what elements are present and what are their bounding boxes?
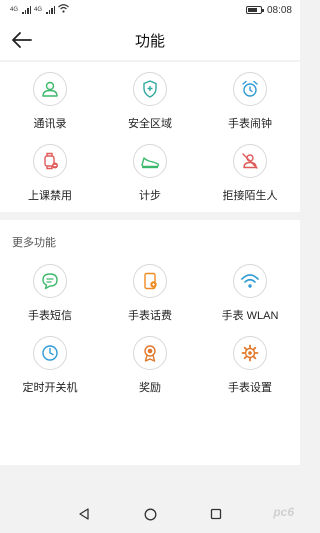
feature-phone-bill[interactable]: 手表话费 [100, 264, 200, 336]
feature-watch-settings[interactable]: 手表设置 [200, 336, 300, 408]
wifi-status-icon [58, 4, 69, 16]
nav-home-button[interactable] [141, 505, 159, 523]
timer-power-icon [33, 336, 67, 370]
status-left: 4G 4G [10, 4, 69, 16]
settings-gear-icon [233, 336, 267, 370]
feature-label: 拒接陌生人 [222, 190, 278, 202]
feature-label: 手表 WLAN [221, 310, 279, 322]
more-features-section: 更多功能 手表短信 手表话费 手表 WLAN 定时开关机 奖励 手表设置 [0, 220, 300, 465]
watermark-logo: pc6 [273, 505, 294, 519]
feature-label: 手表短信 [28, 310, 72, 322]
feature-safe-zone[interactable]: 安全区域 [100, 72, 200, 144]
status-bar: 4G 4G 08:08 [0, 0, 300, 20]
feature-contacts[interactable]: 通讯录 [0, 72, 100, 144]
more-features-grid: 手表短信 手表话费 手表 WLAN 定时开关机 奖励 手表设置 [0, 264, 300, 408]
system-nav-bar [0, 495, 300, 533]
feature-label: 手表设置 [228, 382, 272, 394]
triangle-back-icon [79, 508, 89, 520]
contacts-icon [33, 72, 67, 106]
phone-bill-icon [133, 264, 167, 298]
feature-reject-stranger[interactable]: 拒接陌生人 [200, 144, 300, 216]
reward-medal-icon [133, 336, 167, 370]
feature-label: 上课禁用 [28, 190, 72, 202]
signal-strength-icon [22, 6, 32, 14]
circle-home-icon [144, 508, 156, 520]
section-title: 更多功能 [12, 237, 56, 249]
feature-class-disable[interactable]: 上课禁用 [0, 144, 100, 216]
reject-stranger-icon [233, 144, 267, 178]
square-recents-icon [210, 508, 222, 520]
safe-zone-icon [133, 72, 167, 106]
nav-back-button[interactable] [75, 505, 93, 523]
alarm-clock-icon [233, 72, 267, 106]
signal-strength-icon [46, 6, 56, 14]
feature-label: 计步 [139, 190, 161, 202]
status-right: 08:08 [245, 4, 292, 16]
sms-icon [33, 264, 67, 298]
feature-sms[interactable]: 手表短信 [0, 264, 100, 336]
app-header: 功能 [0, 20, 300, 60]
feature-label: 手表话费 [128, 310, 172, 322]
status-time: 08:08 [266, 4, 292, 16]
main-features-section: 通讯录 安全区域 手表闹钟 上课禁用 计步 拒接陌生人 [0, 62, 300, 212]
class-disable-icon [33, 144, 67, 178]
feature-reward[interactable]: 奖励 [100, 336, 200, 408]
nav-recents-button[interactable] [207, 505, 225, 523]
feature-step-counter[interactable]: 计步 [100, 144, 200, 216]
wifi-icon [233, 264, 267, 298]
feature-alarm-clock[interactable]: 手表闹钟 [200, 72, 300, 144]
feature-label: 奖励 [139, 382, 161, 394]
back-arrow-icon [12, 32, 32, 48]
feature-wlan[interactable]: 手表 WLAN [200, 264, 300, 336]
signal-label-2: 4G [34, 7, 43, 13]
feature-label: 安全区域 [128, 118, 172, 130]
feature-timer-power[interactable]: 定时开关机 [0, 336, 100, 408]
step-counter-icon [133, 144, 167, 178]
feature-label: 手表闹钟 [228, 118, 272, 130]
back-button[interactable] [10, 28, 34, 52]
signal-label-1: 4G [10, 7, 19, 13]
page-title: 功能 [134, 32, 165, 50]
feature-label: 定时开关机 [22, 382, 78, 394]
battery-icon [245, 6, 264, 14]
main-features-grid: 通讯录 安全区域 手表闹钟 上课禁用 计步 拒接陌生人 [0, 72, 300, 216]
feature-label: 通讯录 [33, 118, 67, 130]
